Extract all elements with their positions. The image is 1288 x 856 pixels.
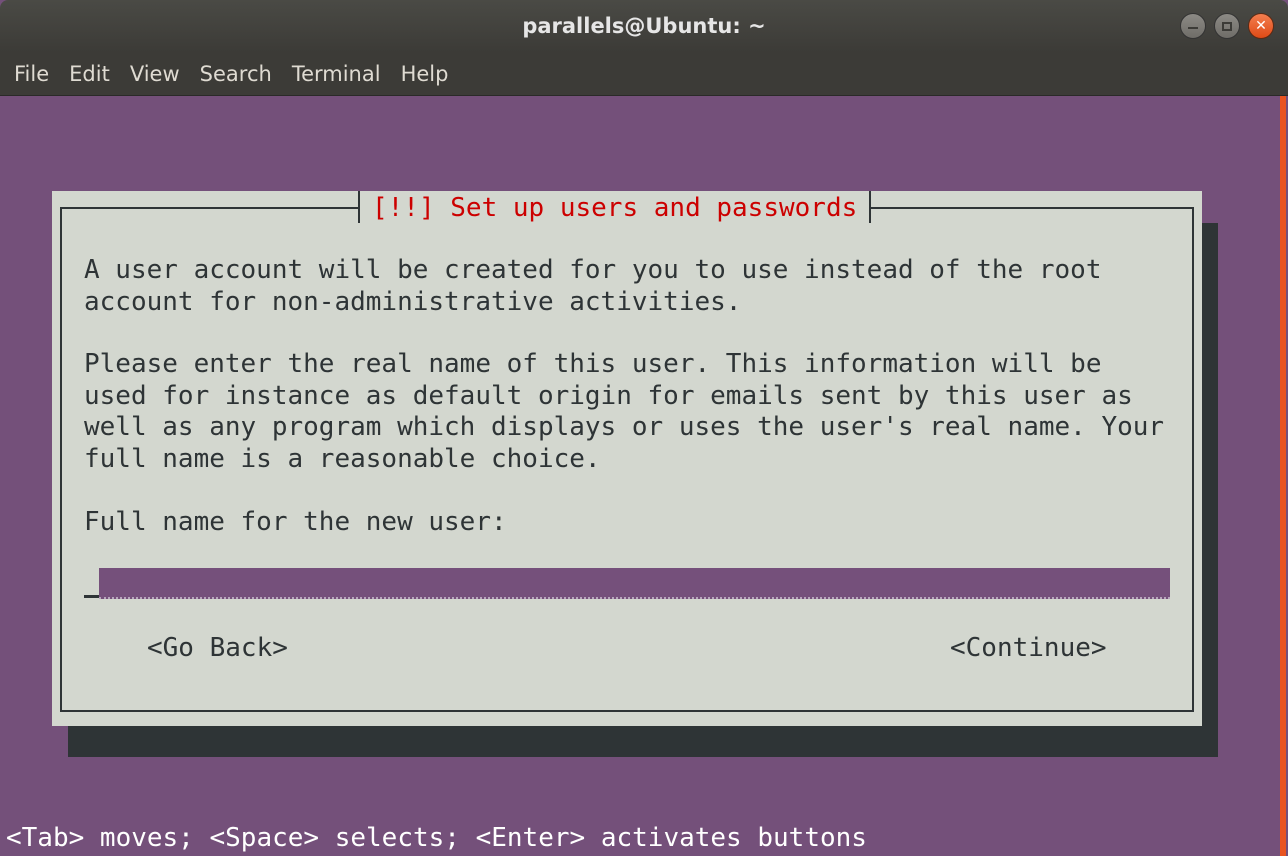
window-title: parallels@Ubuntu: ~ (522, 14, 766, 38)
status-help-line: <Tab> moves; <Space> selects; <Enter> ac… (6, 823, 867, 853)
dialog-paragraph-account: A user account will be created for you t… (84, 255, 1102, 317)
setup-users-dialog: [!!] Set up users and passwords A user a… (52, 191, 1202, 726)
menu-edit[interactable]: Edit (59, 52, 120, 96)
scrollbar[interactable] (1276, 96, 1288, 856)
full-name-input[interactable] (99, 568, 1170, 599)
go-back-button[interactable]: <Go Back> (147, 633, 288, 665)
continue-button[interactable]: <Continue> (950, 633, 1107, 665)
minimize-icon (1188, 27, 1198, 29)
dialog-title: [!!] Set up users and passwords (358, 191, 872, 223)
minimize-button[interactable] (1180, 13, 1206, 39)
menu-file[interactable]: File (4, 52, 59, 96)
menu-view[interactable]: View (120, 52, 190, 96)
full-name-prompt: Full name for the new user: (84, 507, 507, 537)
maximize-icon (1222, 21, 1232, 31)
menu-bar: File Edit View Search Terminal Help (0, 52, 1288, 96)
close-button[interactable]: ✕ (1248, 13, 1274, 39)
dialog-paragraph-real-name: Please enter the real name of this user.… (84, 349, 1165, 474)
scrollbar-thumb[interactable] (1280, 96, 1286, 856)
maximize-button[interactable] (1214, 13, 1240, 39)
menu-terminal[interactable]: Terminal (282, 52, 391, 96)
terminal-window: parallels@Ubuntu: ~ ✕ File Edit View Sea… (0, 0, 1288, 856)
menu-help[interactable]: Help (391, 52, 459, 96)
menu-search[interactable]: Search (190, 52, 282, 96)
title-bar[interactable]: parallels@Ubuntu: ~ ✕ (0, 0, 1288, 52)
close-icon: ✕ (1255, 18, 1267, 34)
text-cursor (84, 595, 99, 598)
